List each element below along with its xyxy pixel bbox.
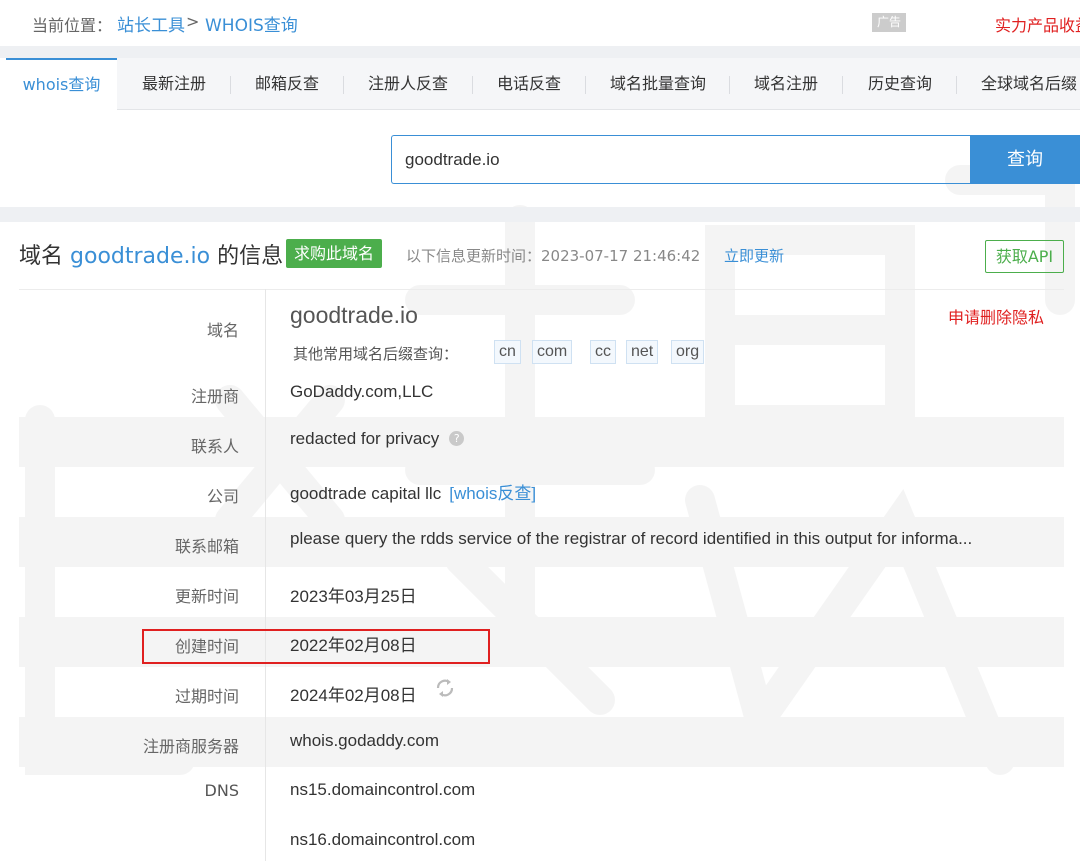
company-label: 公司 xyxy=(206,487,239,506)
tab-whois[interactable]: whois查询 xyxy=(6,58,117,110)
suffix-cn-button[interactable]: cn xyxy=(494,340,521,364)
buy-domain-button[interactable]: 求购此域名 xyxy=(286,239,383,268)
title-prefix: 域名 xyxy=(19,244,64,269)
highlight-annotation xyxy=(142,629,490,664)
table-row: 过期时间 2024年02月08日 xyxy=(19,667,1064,717)
suffix-org-button[interactable]: org xyxy=(671,340,705,364)
contact-label: 联系人 xyxy=(190,437,239,456)
contact-text: redacted for privacy xyxy=(290,429,440,448)
table-row: 更新时间 2023年03月25日 xyxy=(19,567,1064,617)
breadcrumb-current-link[interactable]: WHOIS查询 xyxy=(205,11,298,36)
domain-label: 域名 xyxy=(206,321,239,340)
tab-divider xyxy=(842,76,843,94)
tab-divider xyxy=(230,76,231,94)
tab-global-suffix[interactable]: 全球域名后缀 xyxy=(981,58,1080,110)
table-row: 联系人 redacted for privacy? xyxy=(19,417,1064,467)
email-value: please query the rdds service of the reg… xyxy=(290,529,973,548)
breadcrumb-separator: > xyxy=(186,12,200,31)
tab-domain-register[interactable]: 域名注册 xyxy=(754,58,818,110)
whois-reverse-link[interactable]: [whois反查] xyxy=(449,484,536,503)
domain-search-input[interactable]: goodtrade.io xyxy=(391,135,971,184)
suffix-com-button[interactable]: com xyxy=(532,340,573,364)
refresh-icon[interactable] xyxy=(434,677,456,699)
breadcrumb-label: 当前位置： xyxy=(32,16,113,35)
table-row: 注册商服务器 whois.godaddy.com xyxy=(19,717,1064,767)
suffix-cc-button[interactable]: cc xyxy=(590,340,616,364)
company-text: goodtrade capital llc xyxy=(290,484,442,503)
expires-label: 过期时间 xyxy=(174,687,239,706)
search-button[interactable]: 查询 xyxy=(970,135,1080,184)
table-row: DNS ns15.domaincontrol.com ns16.domainco… xyxy=(19,767,1064,861)
top-bar: 当前位置： 站长工具 > WHOIS查询 广告 实力产品收益 xyxy=(0,0,1080,46)
update-time-text: 以下信息更新时间：2023-07-17 21:46:42 xyxy=(406,247,701,265)
tab-latest-registrations[interactable]: 最新注册 xyxy=(142,58,206,110)
ad-badge: 广告 xyxy=(872,13,906,32)
registrar-server-label: 注册商服务器 xyxy=(142,737,239,756)
updated-label: 更新时间 xyxy=(174,587,239,606)
tab-email-reverse[interactable]: 邮箱反查 xyxy=(255,58,319,110)
update-now-link[interactable]: 立即更新 xyxy=(724,245,784,266)
tab-phone-reverse[interactable]: 电话反查 xyxy=(497,58,561,110)
contact-value: redacted for privacy? xyxy=(290,429,465,449)
tab-registrant-reverse[interactable]: 注册人反查 xyxy=(368,58,448,110)
tab-divider xyxy=(956,76,957,94)
help-icon[interactable]: ? xyxy=(449,431,465,446)
title-domain: goodtrade.io xyxy=(70,244,211,269)
suffix-query-label: 其他常用域名后缀查询： xyxy=(293,345,459,363)
tab-divider xyxy=(343,76,344,94)
table-column-divider xyxy=(265,289,266,861)
table-row: 联系邮箱 please query the rdds service of th… xyxy=(19,517,1064,567)
breadcrumb-home-link[interactable]: 站长工具 xyxy=(117,11,185,36)
page-title: 域名 goodtrade.io 的信息 xyxy=(19,238,283,270)
remove-privacy-link[interactable]: 申请删除隐私 xyxy=(948,304,1044,328)
table-row: 注册商 GoDaddy.com,LLC xyxy=(19,377,1064,417)
updated-value: 2023年03月25日 xyxy=(290,587,417,606)
email-label: 联系邮箱 xyxy=(174,537,239,556)
title-suffix: 的信息 xyxy=(217,244,284,269)
ad-link[interactable]: 实力产品收益 xyxy=(995,12,1080,36)
table-row: 公司 goodtrade capital llc [whois反查] xyxy=(19,467,1064,517)
tab-divider xyxy=(472,76,473,94)
tab-divider xyxy=(585,76,586,94)
tab-bar: whois查询 最新注册 邮箱反查 注册人反查 电话反查 域名批量查询 域名注册… xyxy=(6,58,1080,110)
company-value: goodtrade capital llc [whois反查] xyxy=(290,479,536,504)
registrar-label: 注册商 xyxy=(190,387,239,406)
dns-label: DNS xyxy=(204,781,239,800)
registrar-value: GoDaddy.com,LLC xyxy=(290,382,434,401)
separator-band xyxy=(0,46,1080,58)
get-api-button[interactable]: 获取API xyxy=(985,240,1064,273)
domain-value: goodtrade.io xyxy=(290,302,418,328)
tab-bulk-query[interactable]: 域名批量查询 xyxy=(610,58,706,110)
expires-value: 2024年02月08日 xyxy=(290,686,417,705)
registrar-server-value: whois.godaddy.com xyxy=(290,731,439,750)
dns-value: ns15.domaincontrol.com xyxy=(290,780,476,799)
separator-band xyxy=(0,207,1080,222)
tab-divider xyxy=(729,76,730,94)
tab-history[interactable]: 历史查询 xyxy=(868,58,932,110)
dns-value: ns16.domaincontrol.com xyxy=(290,830,476,849)
suffix-net-button[interactable]: net xyxy=(626,340,659,364)
